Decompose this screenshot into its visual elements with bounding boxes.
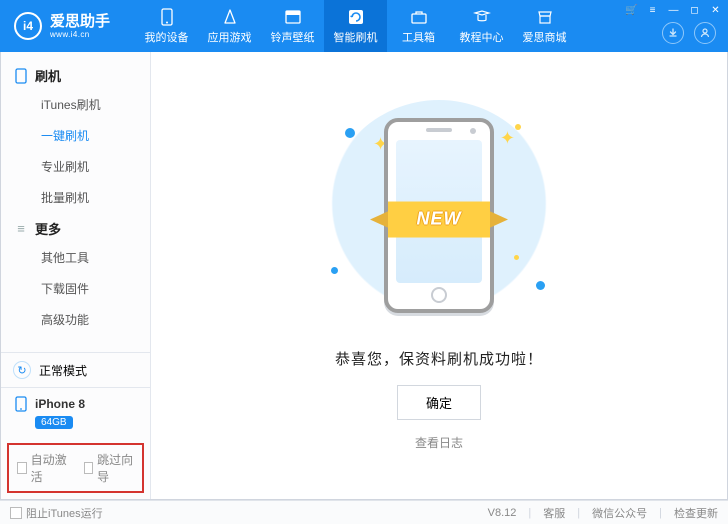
toolbox-icon (410, 8, 428, 26)
minimize-icon[interactable]: — (667, 4, 680, 17)
maximize-icon[interactable]: ◻ (688, 4, 701, 17)
nav-ringtones[interactable]: 铃声壁纸 (261, 0, 324, 52)
nav-label: 教程中心 (460, 29, 504, 45)
store-icon (536, 8, 554, 26)
nav-label: 爱思商城 (523, 29, 567, 45)
sparkle-icon: ✦ (500, 128, 515, 149)
window-controls: 🛒 ≡ — ◻ ✕ (625, 4, 722, 17)
view-log-link[interactable]: 查看日志 (415, 434, 463, 451)
nav-my-device[interactable]: 我的设备 (135, 0, 198, 52)
device-box[interactable]: iPhone 8 64GB (1, 387, 150, 437)
nav-label: 智能刷机 (334, 29, 378, 45)
content-panel: ✦ ✦ NEW 恭喜您，保资料刷机成功啦！ 确定 查看日志 (151, 52, 727, 499)
block-itunes-checkbox[interactable]: 阻止iTunes运行 (10, 505, 103, 521)
sidebar-item-other-tools[interactable]: 其他工具 (1, 242, 150, 273)
brand-logo: i4 爱思助手 www.i4.cn (0, 12, 135, 40)
nav-store[interactable]: 爱思商城 (513, 0, 576, 52)
sidebar-item-batch-flash[interactable]: 批量刷机 (1, 182, 150, 213)
update-link[interactable]: 检查更新 (674, 505, 718, 521)
flash-icon (347, 8, 365, 26)
sidebar-item-pro-flash[interactable]: 专业刷机 (1, 151, 150, 182)
checkbox-icon (10, 507, 22, 519)
wechat-link[interactable]: 微信公众号 (592, 505, 647, 521)
cart-icon[interactable]: 🛒 (625, 4, 638, 17)
nav-label: 工具箱 (402, 29, 435, 45)
nav-label: 应用游戏 (208, 29, 252, 45)
logo-badge: i4 (14, 12, 42, 40)
nav-tutorials[interactable]: 教程中心 (450, 0, 513, 52)
mode-label: 正常模式 (39, 362, 87, 379)
version-label: V8.12 (488, 507, 517, 519)
refresh-icon: ↻ (13, 361, 31, 379)
settings-icon[interactable]: ≡ (646, 4, 659, 17)
sidebar-section-more: ≡ 更多 (1, 213, 150, 242)
new-ribbon: NEW (344, 193, 534, 245)
checkbox-icon (84, 462, 94, 474)
tutorial-icon (473, 8, 491, 26)
sidebar-item-advanced[interactable]: 高级功能 (1, 304, 150, 335)
device-small-icon (13, 396, 29, 412)
close-icon[interactable]: ✕ (709, 4, 722, 17)
top-nav: 我的设备 应用游戏 铃声壁纸 智能刷机 (135, 0, 576, 52)
nav-label: 铃声壁纸 (271, 29, 315, 45)
skip-wizard-checkbox[interactable]: 跳过向导 (84, 451, 135, 485)
mode-box[interactable]: ↻ 正常模式 (1, 352, 150, 387)
sidebar-item-itunes-flash[interactable]: iTunes刷机 (1, 89, 150, 120)
nav-toolbox[interactable]: 工具箱 (387, 0, 450, 52)
success-message: 恭喜您，保资料刷机成功啦！ (335, 348, 543, 369)
more-icon: ≡ (13, 221, 29, 237)
user-icon[interactable] (694, 22, 716, 44)
phone-outline-icon (13, 68, 29, 84)
brand-name: 爱思助手 (50, 14, 110, 29)
status-bar: 阻止iTunes运行 V8.12 | 客服 | 微信公众号 | 检查更新 (0, 500, 728, 524)
success-illustration: ✦ ✦ NEW (309, 100, 569, 330)
nav-label: 我的设备 (145, 29, 189, 45)
apps-icon (221, 8, 239, 26)
sidebar: 刷机 iTunes刷机 一键刷机 专业刷机 批量刷机 ≡ 更多 其他工具 下载固… (1, 52, 151, 499)
service-link[interactable]: 客服 (543, 505, 565, 521)
sidebar-item-download-firmware[interactable]: 下载固件 (1, 273, 150, 304)
wallpaper-icon (284, 8, 302, 26)
nav-apps-games[interactable]: 应用游戏 (198, 0, 261, 52)
device-model: iPhone 8 (35, 397, 85, 411)
sidebar-section-flash: 刷机 (1, 60, 150, 89)
storage-badge: 64GB (35, 416, 73, 429)
device-icon (158, 8, 176, 26)
app-window: 🛒 ≡ — ◻ ✕ i4 爱思助手 www.i4.cn 我的设备 (0, 0, 728, 524)
download-icon[interactable] (662, 22, 684, 44)
body: 刷机 iTunes刷机 一键刷机 专业刷机 批量刷机 ≡ 更多 其他工具 下载固… (0, 52, 728, 500)
confirm-button[interactable]: 确定 (397, 385, 481, 420)
brand-site: www.i4.cn (50, 31, 110, 39)
result-preview: ✦ ✦ NEW 恭喜您，保资料刷机成功啦！ 确定 查看日志 (309, 100, 569, 451)
sidebar-item-oneclick-flash[interactable]: 一键刷机 (1, 120, 150, 151)
nav-flash[interactable]: 智能刷机 (324, 0, 387, 52)
checkbox-icon (17, 462, 27, 474)
auto-activate-checkbox[interactable]: 自动激活 (17, 451, 68, 485)
activation-options: 自动激活 跳过向导 (7, 443, 144, 493)
topbar: 🛒 ≡ — ◻ ✕ i4 爱思助手 www.i4.cn 我的设备 (0, 0, 728, 52)
